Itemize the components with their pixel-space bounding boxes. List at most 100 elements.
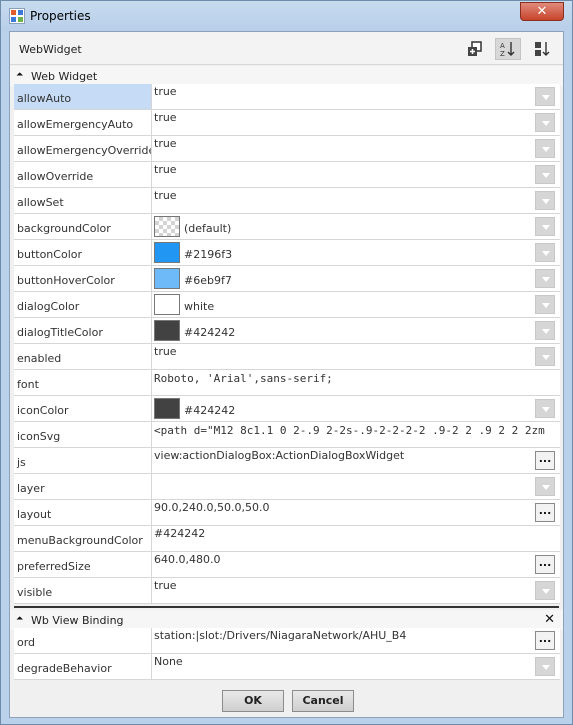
property-value[interactable]: true: [154, 85, 177, 98]
sheet-title: WebWidget: [19, 43, 82, 56]
dropdown-arrow-icon[interactable]: [535, 399, 555, 418]
color-swatch[interactable]: [154, 216, 180, 237]
dropdown-arrow-icon[interactable]: [535, 217, 555, 236]
browse-button[interactable]: ...: [535, 555, 555, 574]
property-row-button-color[interactable]: buttonColor #2196f3: [14, 240, 560, 266]
property-name: menuBackgroundColor: [14, 526, 152, 551]
dropdown-arrow-icon[interactable]: [535, 243, 555, 262]
dialog-content: WebWidget A Z ⏶ Web Widget allowAuto tru…: [9, 31, 564, 718]
property-row-icon-color[interactable]: iconColor #424242: [14, 396, 560, 422]
property-value[interactable]: true: [154, 111, 177, 124]
browse-button[interactable]: ...: [535, 451, 555, 470]
dropdown-arrow-icon[interactable]: [535, 477, 555, 496]
property-value[interactable]: true: [154, 345, 177, 358]
property-name: allowEmergencyOverride: [14, 136, 152, 161]
color-swatch[interactable]: [154, 398, 180, 419]
sort-order-icon: [535, 42, 550, 56]
property-row-button-hover-color[interactable]: buttonHoverColor #6eb9f7: [14, 266, 560, 292]
cancel-button[interactable]: Cancel: [292, 690, 354, 712]
dropdown-arrow-icon[interactable]: [535, 295, 555, 314]
window-title: Properties: [30, 9, 91, 23]
property-value[interactable]: true: [154, 137, 177, 150]
properties-dialog: Properties ✕ WebWidget A Z ⏶ Web Widget …: [0, 0, 573, 725]
color-swatch[interactable]: [154, 294, 180, 315]
sort-az-icon: A Z: [500, 42, 515, 58]
color-swatch[interactable]: [154, 320, 180, 341]
property-value: (default): [184, 222, 232, 235]
property-name: allowAuto: [14, 84, 152, 109]
property-name: degradeBehavior: [14, 654, 152, 679]
title-bar: Properties ✕: [1, 1, 572, 31]
property-row-layer[interactable]: layer: [14, 474, 560, 500]
property-row-allow-set[interactable]: allowSet true: [14, 188, 560, 214]
property-row-degrade-behavior[interactable]: degradeBehavior None: [14, 654, 560, 680]
property-row-visible[interactable]: visible true: [14, 578, 560, 604]
property-value: #6eb9f7: [184, 274, 232, 287]
ok-button[interactable]: OK: [222, 690, 284, 712]
add-slot-button[interactable]: [462, 38, 488, 60]
property-row-background-color[interactable]: backgroundColor (default): [14, 214, 560, 240]
property-row-preferred-size[interactable]: preferredSize 640.0,480.0...: [14, 552, 560, 578]
sort-az-button[interactable]: A Z: [495, 38, 521, 60]
property-value[interactable]: true: [154, 579, 177, 592]
close-button[interactable]: ✕: [520, 2, 564, 21]
property-value[interactable]: #424242: [154, 527, 205, 540]
property-row-js[interactable]: js view:actionDialogBox:ActionDialogBoxWi…: [14, 448, 560, 474]
dropdown-arrow-icon[interactable]: [535, 321, 555, 340]
property-row-allow-override[interactable]: allowOverride true: [14, 162, 560, 188]
section-divider: [14, 606, 559, 608]
color-swatch[interactable]: [154, 268, 180, 289]
property-name: dialogColor: [14, 292, 152, 317]
sort-order-button[interactable]: [529, 38, 555, 60]
property-name: layout: [14, 500, 152, 525]
svg-text:A: A: [500, 42, 505, 50]
property-value: #424242: [184, 404, 236, 417]
section-web-widget[interactable]: ⏶ Web Widget: [10, 66, 563, 86]
property-value[interactable]: true: [154, 163, 177, 176]
property-value[interactable]: 640.0,480.0: [154, 553, 220, 566]
collapse-icon[interactable]: ⏶: [16, 614, 23, 624]
color-swatch[interactable]: [154, 242, 180, 263]
browse-button[interactable]: ...: [535, 631, 555, 650]
property-row-menu-background-color[interactable]: menuBackgroundColor #424242: [14, 526, 560, 552]
property-name: visible: [14, 578, 152, 603]
property-value[interactable]: station:|slot:/Drivers/NiagaraNetwork/AH…: [154, 629, 406, 642]
property-name: buttonColor: [14, 240, 152, 265]
property-row-allow-emergency-override[interactable]: allowEmergencyOverride true: [14, 136, 560, 162]
property-name: font: [14, 370, 152, 395]
remove-section-icon[interactable]: ✕: [544, 612, 555, 627]
property-value[interactable]: view:actionDialogBox:ActionDialogBoxWidg…: [154, 449, 404, 462]
collapse-icon[interactable]: ⏶: [16, 70, 23, 80]
dropdown-arrow-icon[interactable]: [535, 165, 555, 184]
property-value: #2196f3: [184, 248, 233, 261]
dropdown-arrow-icon[interactable]: [535, 191, 555, 210]
property-row-allow-emergency-auto[interactable]: allowEmergencyAuto true: [14, 110, 560, 136]
property-value[interactable]: Roboto, 'Arial',sans-serif;: [154, 372, 333, 385]
property-value[interactable]: 90.0,240.0,50.0,50.0: [154, 501, 269, 514]
dropdown-arrow-icon[interactable]: [535, 113, 555, 132]
property-value[interactable]: None: [154, 655, 183, 668]
dropdown-arrow-icon[interactable]: [535, 657, 555, 676]
section-wb-view-binding[interactable]: ⏶ Wb View Binding ✕: [10, 610, 563, 630]
property-row-dialog-title-color[interactable]: dialogTitleColor #424242: [14, 318, 560, 344]
property-row-layout[interactable]: layout 90.0,240.0,50.0,50.0...: [14, 500, 560, 526]
property-row-dialog-color[interactable]: dialogColor white: [14, 292, 560, 318]
dropdown-arrow-icon[interactable]: [535, 269, 555, 288]
dropdown-arrow-icon[interactable]: [535, 347, 555, 366]
property-name: layer: [14, 474, 152, 499]
section-label: Wb View Binding: [31, 614, 124, 627]
property-row-font[interactable]: font Roboto, 'Arial',sans-serif;: [14, 370, 560, 396]
property-row-ord[interactable]: ord station:|slot:/Drivers/NiagaraNetwork…: [14, 628, 560, 654]
property-value[interactable]: true: [154, 189, 177, 202]
sheet-header: WebWidget A Z: [10, 32, 563, 65]
dropdown-arrow-icon[interactable]: [535, 581, 555, 600]
property-row-icon-svg[interactable]: iconSvg <path d="M12 8c1.1 0 2-.9 2-2s-.9…: [14, 422, 560, 448]
browse-button[interactable]: ...: [535, 503, 555, 522]
svg-text:Z: Z: [500, 50, 505, 58]
property-name: allowEmergencyAuto: [14, 110, 152, 135]
dropdown-arrow-icon[interactable]: [535, 139, 555, 158]
property-row-allow-auto[interactable]: allowAuto true: [14, 84, 560, 110]
property-row-enabled[interactable]: enabled true: [14, 344, 560, 370]
property-value[interactable]: <path d="M12 8c1.1 0 2-.9 2-2s-.9-2-2-2-…: [154, 424, 545, 437]
dropdown-arrow-icon[interactable]: [535, 87, 555, 106]
